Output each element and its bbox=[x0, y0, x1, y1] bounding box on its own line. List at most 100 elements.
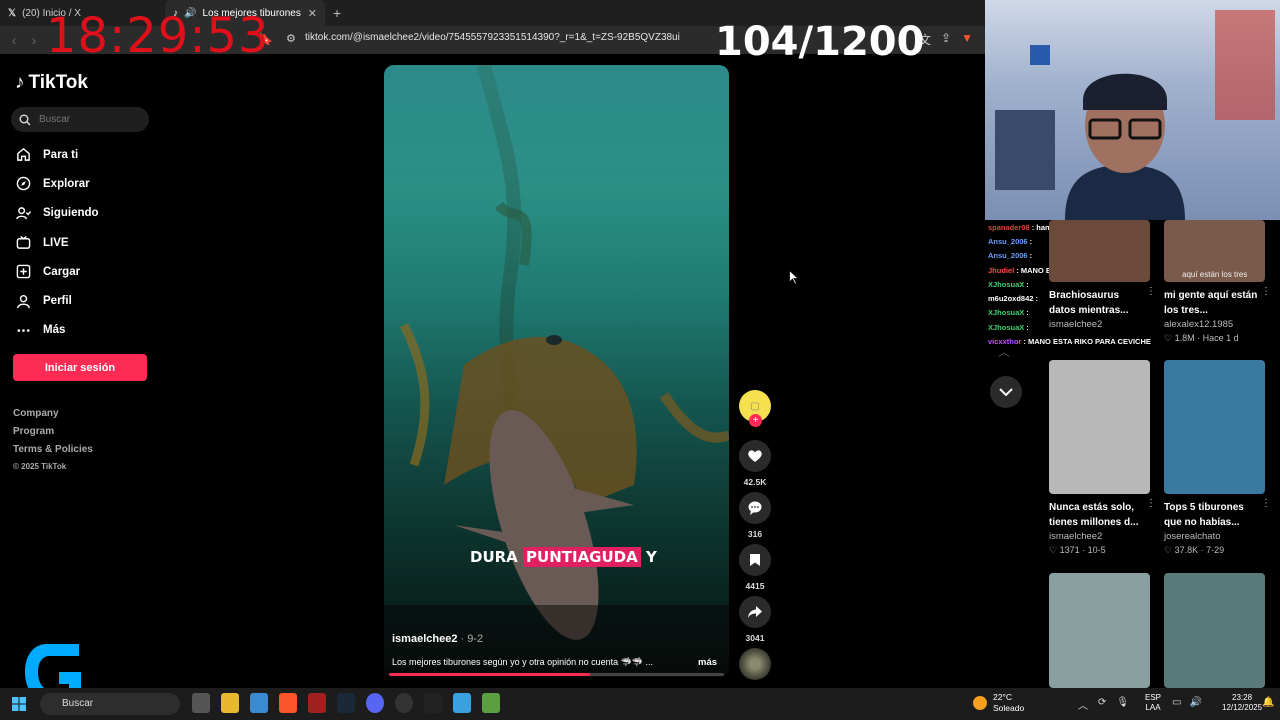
video-frame bbox=[384, 65, 729, 677]
chevron-down-icon bbox=[999, 388, 1013, 396]
system-clock[interactable]: 23:28 12/12/2025 bbox=[1222, 693, 1262, 713]
thumbnail[interactable] bbox=[1164, 573, 1265, 688]
nav-item-live[interactable]: LIVE bbox=[16, 228, 99, 257]
nav-item-explorar[interactable]: Explorar bbox=[16, 169, 99, 198]
card-menu-icon[interactable]: ⋮ bbox=[1261, 498, 1271, 509]
nav-label: Explorar bbox=[43, 177, 90, 190]
language-indicator[interactable]: ESP LAA bbox=[1145, 693, 1161, 713]
recommendation-card[interactable]: Brachiosaurus datos mientras... ⋮ ismaelch… bbox=[1049, 220, 1156, 330]
logitech-icon[interactable] bbox=[424, 693, 442, 713]
nav-item-perfil[interactable]: Perfil bbox=[16, 286, 99, 315]
video-player[interactable] bbox=[384, 65, 729, 677]
network-icon[interactable]: ▭ bbox=[1172, 697, 1181, 708]
login-button[interactable]: Iniciar sesión bbox=[13, 354, 147, 381]
card-menu-icon[interactable]: ⋮ bbox=[1261, 286, 1271, 297]
thumbnail[interactable] bbox=[1049, 220, 1150, 282]
share-button[interactable]: 3041 bbox=[739, 596, 771, 643]
nav-item-cargar[interactable]: Cargar bbox=[16, 257, 99, 286]
follow-plus-icon[interactable]: + bbox=[749, 414, 762, 427]
chat-username: XJhosuaX bbox=[988, 322, 1025, 332]
recommendation-card[interactable] bbox=[1049, 573, 1150, 688]
chat-text: : MANO ESTA RIKO PARA CEVICHE bbox=[1023, 337, 1151, 347]
steam-icon[interactable] bbox=[337, 693, 355, 713]
streamer-silhouette bbox=[1065, 73, 1185, 220]
windows-taskbar: Buscar 22°C Soleado ︿ ⟳ 🎙 ESP LAA ▭ 🔊 23… bbox=[0, 688, 1280, 720]
share-icon bbox=[748, 606, 762, 618]
nav-label: Más bbox=[43, 324, 66, 337]
site-info-icon[interactable]: ⚙ bbox=[286, 32, 296, 45]
heart-icon bbox=[748, 450, 762, 462]
video-date: · 9-2 bbox=[460, 633, 484, 645]
next-video-button[interactable] bbox=[990, 376, 1022, 408]
footer-link-program[interactable]: Program bbox=[13, 426, 93, 444]
volume-icon[interactable]: 🔊 bbox=[1189, 697, 1201, 708]
card-menu-icon[interactable]: ⋮ bbox=[1146, 498, 1156, 509]
like-button[interactable]: 42.5K bbox=[739, 440, 771, 487]
card-title[interactable]: mi gente aquí están los tres... bbox=[1164, 288, 1259, 318]
nav-label: Cargar bbox=[43, 265, 81, 278]
author-name[interactable]: ismaelchee2 bbox=[392, 633, 457, 645]
recommendation-card[interactable]: aquí están los tres mi gente aquí están l… bbox=[1164, 220, 1271, 344]
card-title[interactable]: Tops 5 tiburones que no habías... bbox=[1164, 500, 1259, 530]
close-icon[interactable]: ✕ bbox=[308, 7, 317, 20]
webcam-feed bbox=[985, 0, 1280, 220]
thumbnail[interactable] bbox=[1049, 573, 1150, 688]
mic-icon[interactable]: 🎙 bbox=[1116, 697, 1129, 712]
card-stats: ♡ 37.8K · 7-29 bbox=[1164, 545, 1225, 555]
footer-link-company[interactable]: Company bbox=[13, 408, 93, 426]
app-icon[interactable] bbox=[308, 693, 326, 713]
video-author[interactable]: ismaelchee2 · 9-2 bbox=[392, 633, 483, 645]
chat-text: : bbox=[1035, 294, 1038, 304]
taskbar-search[interactable]: Buscar bbox=[40, 693, 180, 715]
share-icon[interactable]: ⇪ bbox=[941, 31, 951, 48]
video-progress[interactable] bbox=[389, 673, 724, 676]
discord-icon[interactable] bbox=[366, 693, 384, 713]
save-button[interactable]: 4415 bbox=[739, 544, 771, 591]
nav-item-mas[interactable]: Más bbox=[16, 316, 99, 345]
card-author[interactable]: alexalex12.1985 bbox=[1164, 319, 1265, 330]
file-explorer-icon[interactable] bbox=[221, 693, 239, 713]
card-author[interactable]: joserealchato bbox=[1164, 531, 1265, 542]
recommendation-card[interactable] bbox=[1164, 573, 1265, 688]
recommendation-card[interactable]: Tops 5 tiburones que no habías... ⋮ josere… bbox=[1164, 360, 1271, 556]
search-box[interactable] bbox=[11, 107, 149, 132]
chat-username: Ansu_2006 bbox=[988, 251, 1028, 261]
recommendation-card[interactable]: Nunca estás solo, tienes millones d... ⋮ i… bbox=[1049, 360, 1156, 556]
chat-text: : bbox=[1026, 322, 1029, 332]
thumbnail[interactable]: aquí están los tres bbox=[1164, 220, 1265, 282]
new-tab-button[interactable]: + bbox=[325, 5, 349, 21]
creator-avatar[interactable]: ▢ + bbox=[739, 390, 771, 427]
nav-item-siguiendo[interactable]: Siguiendo bbox=[16, 199, 99, 228]
more-button[interactable]: más bbox=[698, 657, 717, 668]
notification-bell-icon[interactable]: 🔔 bbox=[1262, 697, 1274, 708]
thumbnail[interactable] bbox=[1049, 360, 1150, 494]
windows-start-icon[interactable] bbox=[12, 697, 26, 711]
back-icon[interactable]: ‹ bbox=[4, 32, 24, 48]
store-icon[interactable] bbox=[250, 693, 268, 713]
forward-icon[interactable]: › bbox=[24, 32, 44, 48]
url-field[interactable]: tiktok.com/@ismaelchee2/video/7545557923… bbox=[305, 32, 680, 43]
weather-widget[interactable]: 22°C Soleado bbox=[973, 692, 1024, 714]
card-author[interactable]: ismaelchee2 bbox=[1049, 531, 1150, 542]
card-title[interactable]: Brachiosaurus datos mientras... bbox=[1049, 288, 1144, 318]
search-input[interactable] bbox=[39, 114, 139, 125]
brave-browser-icon[interactable] bbox=[279, 693, 297, 713]
lang-top: ESP bbox=[1145, 693, 1162, 702]
brave-icon[interactable]: ▼ bbox=[961, 31, 973, 48]
sync-icon[interactable]: ⟳ bbox=[1098, 697, 1106, 712]
footer-link-terms[interactable]: Terms & Policies bbox=[13, 444, 93, 462]
minecraft-icon[interactable] bbox=[482, 693, 500, 713]
comment-button[interactable]: 316 bbox=[739, 492, 771, 539]
clock-date: 12/12/2025 bbox=[1222, 703, 1263, 712]
card-menu-icon[interactable]: ⋮ bbox=[1146, 286, 1156, 297]
card-title[interactable]: Nunca estás solo, tienes millones d... bbox=[1049, 500, 1144, 530]
notepad-icon[interactable] bbox=[453, 693, 471, 713]
music-disc[interactable] bbox=[739, 648, 771, 680]
nav-item-para-ti[interactable]: Para ti bbox=[16, 140, 99, 169]
task-view-icon[interactable] bbox=[192, 693, 210, 713]
tray-chevron-icon[interactable]: ︿ bbox=[1078, 697, 1088, 712]
tiktok-logo[interactable]: ♪ TikTok bbox=[15, 72, 88, 94]
card-author[interactable]: ismaelchee2 bbox=[1049, 319, 1150, 330]
clock-app-icon[interactable] bbox=[395, 693, 413, 713]
thumbnail[interactable] bbox=[1164, 360, 1265, 494]
